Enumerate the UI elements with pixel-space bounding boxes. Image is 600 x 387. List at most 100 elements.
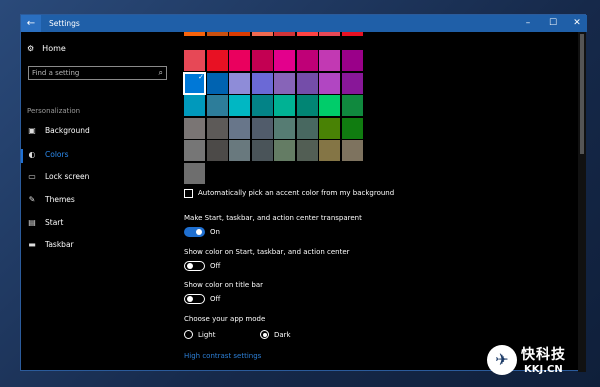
show-color-start-toggle[interactable] xyxy=(184,261,205,271)
brush-icon: ✎ xyxy=(28,195,36,204)
accent-swatch[interactable] xyxy=(341,95,363,116)
accent-swatch[interactable] xyxy=(341,140,363,161)
accent-swatch[interactable] xyxy=(296,95,318,116)
sidebar-item-colors[interactable]: ◐ Colors xyxy=(27,150,69,159)
show-color-title-label: Show color on title bar xyxy=(184,281,264,289)
sidebar-item-label: Start xyxy=(45,218,64,227)
search-icon[interactable]: ⌕ xyxy=(159,67,163,79)
accent-swatch[interactable] xyxy=(296,50,318,71)
accent-swatch-top-strip[interactable] xyxy=(251,32,273,36)
accent-swatch[interactable] xyxy=(274,50,295,71)
back-button[interactable]: ← xyxy=(21,15,41,32)
scrollbar[interactable] xyxy=(578,32,586,372)
show-color-start-label: Show color on Start, taskbar, and action… xyxy=(184,248,350,256)
sidebar-item-background[interactable]: ▣ Background xyxy=(27,126,90,135)
show-color-title-toggle[interactable] xyxy=(184,294,205,304)
accent-swatch[interactable] xyxy=(319,50,340,71)
accent-swatch[interactable] xyxy=(274,95,295,116)
accent-swatch-top-strip[interactable] xyxy=(206,32,228,36)
minimize-button[interactable]: – xyxy=(517,15,539,32)
accent-swatch[interactable] xyxy=(229,95,250,116)
app-mode-label: Choose your app mode xyxy=(184,315,266,323)
maximize-button[interactable]: ☐ xyxy=(542,15,564,32)
start-menu-icon: ▤ xyxy=(28,218,36,227)
sidebar-item-taskbar[interactable]: ▬ Taskbar xyxy=(27,240,73,249)
accent-swatch[interactable] xyxy=(319,140,340,161)
title-bar: ← Settings – ☐ ✕ xyxy=(21,15,587,32)
taskbar-icon: ▬ xyxy=(28,240,36,249)
accent-swatch[interactable] xyxy=(251,50,273,71)
sidebar-item-label: Background xyxy=(45,126,90,135)
accent-swatch[interactable] xyxy=(206,50,228,71)
accent-swatch[interactable] xyxy=(206,72,228,94)
light-mode-radio[interactable] xyxy=(184,330,193,339)
settings-window: ← Settings – ☐ ✕ ⚙ Home ⌕ Personalizatio… xyxy=(20,14,587,372)
accent-swatch[interactable] xyxy=(274,117,295,139)
sidebar-item-lock-screen[interactable]: ▭ Lock screen xyxy=(27,172,89,181)
section-label: Personalization xyxy=(27,107,81,115)
sidebar: ⚙ Home ⌕ Personalization ▣ Background ◐ … xyxy=(21,32,173,372)
accent-swatch[interactable] xyxy=(251,95,273,116)
accent-swatch[interactable] xyxy=(341,72,363,94)
transparent-toggle[interactable] xyxy=(184,227,205,237)
accent-swatch[interactable] xyxy=(341,117,363,139)
sidebar-item-start[interactable]: ▤ Start xyxy=(27,218,63,227)
accent-swatch-top-strip[interactable] xyxy=(341,32,363,36)
search-box[interactable]: ⌕ xyxy=(28,66,167,80)
high-contrast-link[interactable]: High contrast settings xyxy=(184,352,261,360)
auto-pick-checkbox[interactable] xyxy=(184,189,193,198)
home-nav-item[interactable]: ⚙ Home xyxy=(27,44,66,53)
toggle-knob xyxy=(196,229,202,235)
accent-swatch[interactable] xyxy=(184,140,205,161)
accent-swatch[interactable] xyxy=(184,50,205,71)
accent-swatch[interactable] xyxy=(251,140,273,161)
accent-swatch[interactable] xyxy=(229,50,250,71)
dark-mode-radio[interactable] xyxy=(260,330,269,339)
accent-swatch[interactable] xyxy=(319,72,340,94)
accent-swatch[interactable] xyxy=(296,117,318,139)
accent-swatch-top-strip[interactable] xyxy=(184,32,205,36)
accent-swatch[interactable] xyxy=(251,117,273,139)
toggle-knob xyxy=(187,263,193,269)
watermark-cn: 快科技 xyxy=(521,347,566,363)
auto-pick-label: Automatically pick an accent color from … xyxy=(198,189,395,197)
accent-swatch[interactable] xyxy=(184,95,205,116)
accent-swatch[interactable] xyxy=(319,95,340,116)
sidebar-item-label: Themes xyxy=(45,195,75,204)
accent-swatch-top-strip[interactable] xyxy=(296,32,318,36)
accent-swatch[interactable] xyxy=(206,95,228,116)
accent-swatch[interactable] xyxy=(251,72,273,94)
close-button[interactable]: ✕ xyxy=(566,15,588,32)
accent-swatch[interactable] xyxy=(341,50,363,71)
accent-swatch[interactable] xyxy=(229,72,250,94)
accent-swatch[interactable] xyxy=(319,117,340,139)
sidebar-item-label: Lock screen xyxy=(45,172,90,181)
transparent-state: On xyxy=(210,228,220,236)
picture-icon: ▣ xyxy=(28,126,36,135)
accent-swatch[interactable] xyxy=(274,72,295,94)
watermark-logo: ✈ 快科技 KKJ.CN xyxy=(487,341,595,381)
accent-swatch-top-strip[interactable] xyxy=(274,32,295,36)
accent-swatch-top-strip[interactable] xyxy=(229,32,250,36)
light-mode-label: Light xyxy=(198,331,216,339)
sidebar-item-label: Colors xyxy=(45,150,69,159)
scrollbar-thumb[interactable] xyxy=(580,34,584,154)
accent-swatch-top-strip[interactable] xyxy=(319,32,340,36)
accent-swatch[interactable] xyxy=(184,117,205,139)
accent-swatch[interactable] xyxy=(229,140,250,161)
accent-swatch[interactable] xyxy=(206,117,228,139)
accent-swatch[interactable] xyxy=(296,72,318,94)
accent-swatch[interactable] xyxy=(206,140,228,161)
watermark-en: KKJ.CN xyxy=(524,364,563,375)
monitor-icon: ▭ xyxy=(28,172,36,181)
accent-swatch[interactable] xyxy=(274,140,295,161)
sidebar-item-themes[interactable]: ✎ Themes xyxy=(27,195,75,204)
checkmark-icon: ✓ xyxy=(198,72,204,81)
show-color-start-state: Off xyxy=(210,262,221,270)
accent-swatch[interactable] xyxy=(184,162,205,184)
accent-swatch[interactable]: ✓ xyxy=(183,71,206,95)
accent-swatch[interactable] xyxy=(229,117,250,139)
accent-swatch[interactable] xyxy=(296,140,318,161)
dark-mode-label: Dark xyxy=(274,331,291,339)
search-input[interactable] xyxy=(32,67,152,79)
